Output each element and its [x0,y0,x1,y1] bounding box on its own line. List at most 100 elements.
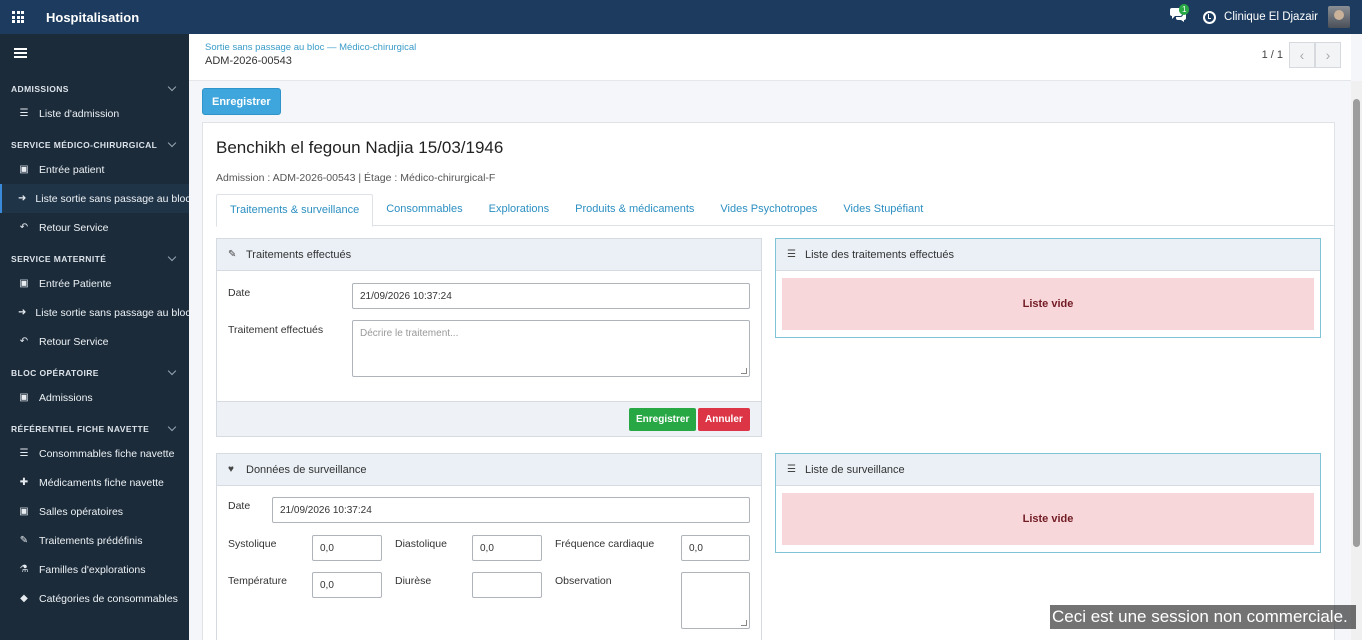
sidebar-section-maternite[interactable]: SERVICE MATERNITÉ [0,248,189,269]
sidebar-item-retour-service-maternite[interactable]: ↶ Retour Service [0,327,189,356]
watermark: Ceci est une session non commerciale. [1050,605,1356,629]
diurese-label: Diurèse [395,575,432,587]
sidebar-item-label: Retour Service [39,335,109,348]
app-title[interactable]: Hospitalisation [46,10,139,25]
clock-icon[interactable] [1203,10,1217,24]
company-name[interactable]: Clinique El Djazair [1224,11,1318,23]
sidebar-item-label: Traitements prédéfinis [39,534,143,547]
sidebar-item-consommables[interactable]: ☰ Consommables fiche navette [0,439,189,468]
main-content: Sortie sans passage au bloc — Médico-chi… [189,34,1351,640]
sidebar-item-label: Salles opératoires [39,505,124,518]
card-title: Liste de surveillance [805,463,905,476]
card-title: Traitements effectués [246,248,352,261]
sidebar-item-entree-patient[interactable]: ▣ Entrée patient [0,155,189,184]
sidebar-item-label: Entrée Patiente [39,277,112,290]
chat-icon[interactable]: 1 [1169,4,1191,27]
sidebar-item-traitements[interactable]: ✎ Traitements prédéfinis [0,526,189,555]
save-button[interactable]: Enregistrer [202,88,281,115]
sidebar-section-referentiel[interactable]: RÉFÉRENTIEL FICHE NAVETTE [0,418,189,439]
form-sheet: Benchikh el fegoun Nadjia 15/03/1946 Adm… [202,122,1335,640]
date-label: Date [228,500,251,512]
list-icon: ☰ [787,464,796,475]
sidebar-item-liste-sortie-maternite[interactable]: ➜ Liste sortie sans passage au bloc [0,298,189,327]
diastolique-input[interactable]: 0,0 [472,535,542,561]
scrollbar-thumb[interactable] [1353,99,1360,547]
medkit-icon: ✚ [19,477,29,488]
surveillance-date-input[interactable]: 21/09/2026 10:37:24 [272,497,750,523]
sidebar-section-bloc[interactable]: BLOC OPÉRATOIRE [0,362,189,383]
section-label: SERVICE MATERNITÉ [11,253,107,264]
temperature-input[interactable]: 0,0 [312,572,382,598]
chat-badge: 1 [1179,4,1190,15]
systolique-input[interactable]: 0,0 [312,535,382,561]
observation-textarea[interactable] [681,572,750,629]
observation-label: Observation [555,575,612,587]
diurese-input[interactable] [472,572,542,598]
tab-explorations[interactable]: Explorations [476,194,563,226]
tab-produits-medicaments[interactable]: Produits & médicaments [562,194,707,226]
treatment-textarea[interactable]: Décrire le traitement... [352,320,750,377]
sidebar-item-medicaments[interactable]: ✚ Médicaments fiche navette [0,468,189,497]
sidebar-item-label: Admissions [39,391,93,404]
surveillance-list-card: ☰ Liste de surveillance Liste vide [775,453,1321,553]
clipboard-icon: ▣ [19,392,29,403]
frequence-label: Fréquence cardiaque [555,538,655,550]
treatment-cancel-button[interactable]: Annuler [698,408,750,431]
sidebar-item-label: Catégories de consommables [39,592,178,605]
menu-toggle[interactable] [0,34,189,72]
systolique-label: Systolique [228,538,277,550]
sidebar-item-retour-service[interactable]: ↶ Retour Service [0,213,189,242]
diastolique-label: Diastolique [395,538,447,550]
tab-traitements-surveillance[interactable]: Traitements & surveillance [216,194,374,227]
sidebar-item-label: Médicaments fiche navette [39,476,164,489]
sidebar-item-liste-sortie[interactable]: ➜ Liste sortie sans passage au bloc [0,184,189,213]
card-header: ☰ Liste des traitements effectués [776,239,1320,271]
sidebar-item-categories[interactable]: ◆ Catégories de consommables [0,584,189,613]
treatment-save-button[interactable]: Enregistrer [629,408,697,431]
sidebar-item-label: Liste sortie sans passage au bloc [35,306,189,319]
list-icon: ☰ [787,249,796,260]
section-label: SERVICE MÉDICO-CHIRURGICAL [11,139,158,150]
tab-consommables[interactable]: Consommables [373,194,475,226]
chevron-down-icon [167,82,177,92]
prev-button[interactable]: ‹ [1289,42,1315,68]
resize-handle[interactable] [741,620,747,626]
sidebar-item-entree-patiente[interactable]: ▣ Entrée Patiente [0,269,189,298]
chevron-down-icon [167,252,177,262]
scrollbar[interactable] [1351,81,1362,640]
date-input[interactable]: 21/09/2026 10:37:24 [352,283,750,309]
tab-vides-stupefiant[interactable]: Vides Stupéfiant [830,194,936,226]
frequence-input[interactable]: 0,0 [681,535,750,561]
chevron-down-icon [167,138,177,148]
resize-handle[interactable] [741,368,747,374]
flask-icon: ⚗ [19,564,29,575]
sidebar-item-liste-admission[interactable]: ☰ Liste d'admission [0,99,189,128]
avatar[interactable] [1328,6,1350,28]
hamburger-icon[interactable] [14,48,27,58]
card-header: ☰ Liste de surveillance [776,454,1320,486]
next-button[interactable]: › [1315,42,1341,68]
chevron-down-icon [167,366,177,376]
empty-list-alert: Liste vide [782,493,1314,545]
pager-value: 1 / 1 [1261,49,1283,61]
sidebar-item-admissions-bloc[interactable]: ▣ Admissions [0,383,189,412]
apps-grid-icon[interactable] [0,0,36,34]
heartbeat-icon: ♥ [228,464,234,475]
sidebar-item-label: Entrée patient [39,163,105,176]
control-panel: Sortie sans passage au bloc — Médico-chi… [189,34,1351,81]
sidebar-item-label: Liste d'admission [39,107,120,120]
treatments-list-card: ☰ Liste des traitements effectués Liste v… [775,238,1321,338]
tab-vides-psychotropes[interactable]: Vides Psychotropes [707,194,830,226]
sidebar-section-admissions[interactable]: ADMISSIONS [0,78,189,99]
card-header: ♥ Données de surveillance [217,454,761,486]
sidebar-item-label: Familles d'explorations [39,563,146,576]
admission-info: Admission : ADM-2026-00543 | Étage : Méd… [216,172,496,184]
chevron-down-icon [167,422,177,432]
breadcrumb[interactable]: Sortie sans passage au bloc — Médico-chi… [205,42,416,53]
sign-out-icon: ➜ [18,193,27,204]
sidebar-section-medico-chirurgical[interactable]: SERVICE MÉDICO-CHIRURGICAL [0,134,189,155]
sidebar-item-familles[interactable]: ⚗ Familles d'explorations [0,555,189,584]
sidebar-item-salles[interactable]: ▣ Salles opératoires [0,497,189,526]
section-label: RÉFÉRENTIEL FICHE NAVETTE [11,423,150,434]
sidebar-item-label: Consommables fiche navette [39,447,175,460]
